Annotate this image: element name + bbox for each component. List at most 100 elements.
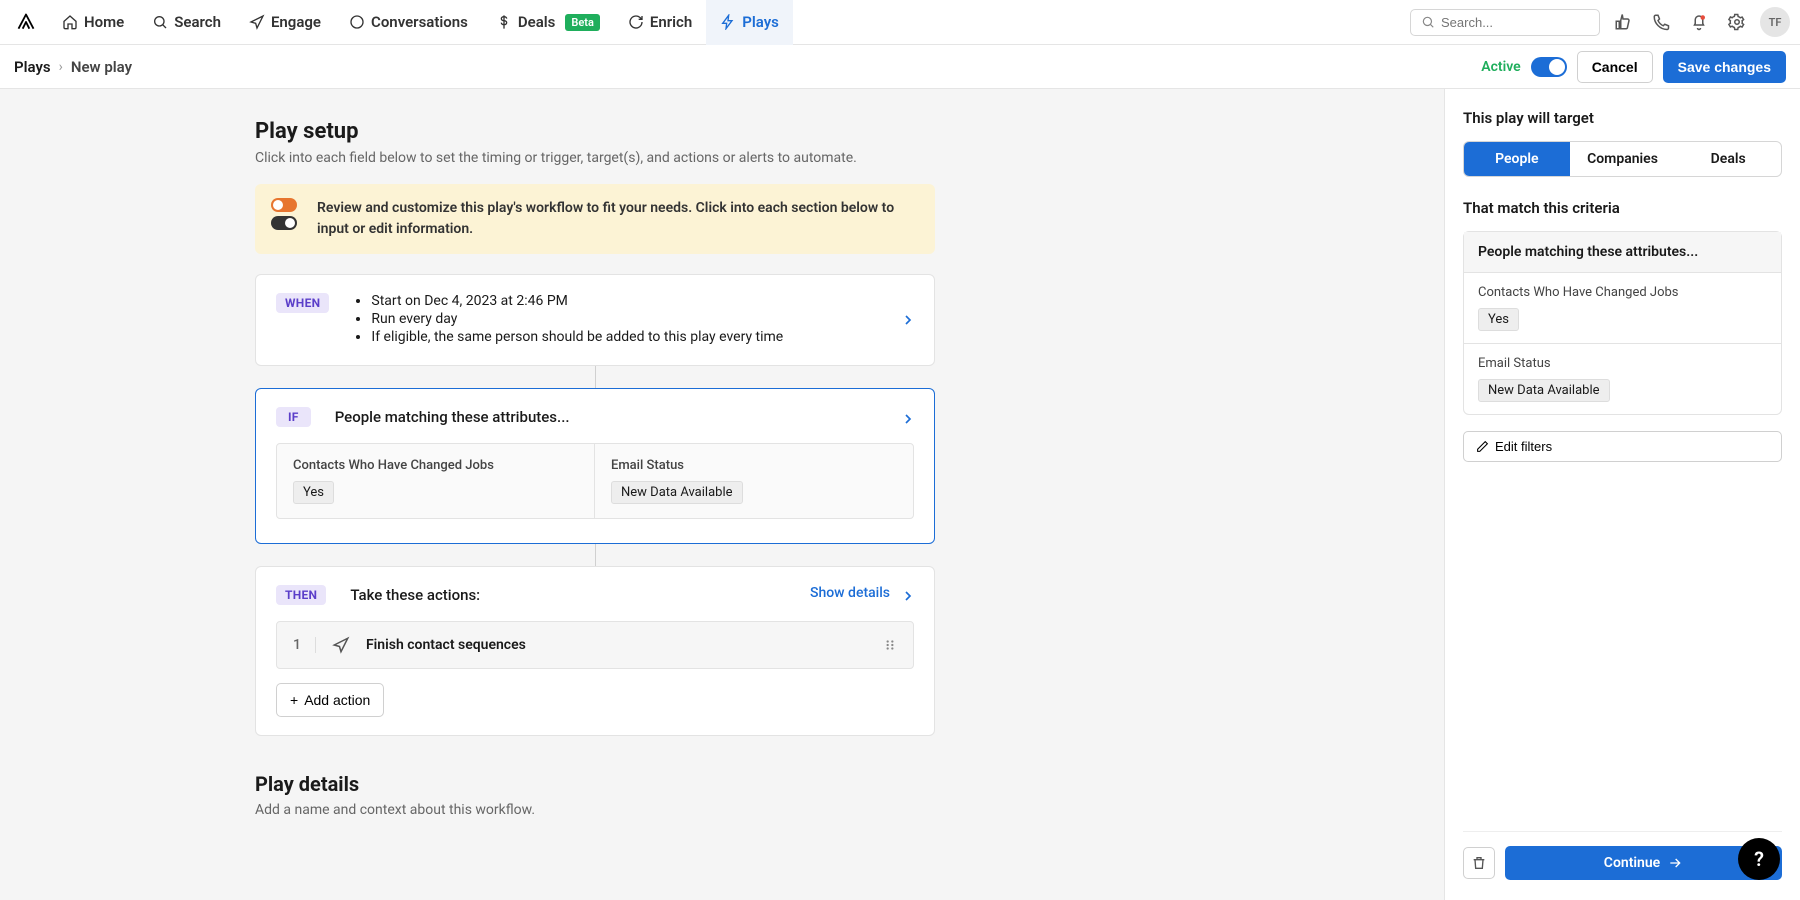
- segment-people[interactable]: People: [1464, 142, 1570, 176]
- thumbs-up-button[interactable]: [1608, 7, 1638, 37]
- segment-companies[interactable]: Companies: [1570, 142, 1676, 176]
- chevron-right-icon[interactable]: [900, 588, 916, 604]
- side-row-chip: New Data Available: [1478, 379, 1610, 402]
- side-card-row: Email Status New Data Available: [1464, 343, 1781, 414]
- pencil-icon: [1476, 440, 1489, 453]
- beta-badge: Beta: [565, 14, 600, 31]
- add-action-button[interactable]: + Add action: [276, 683, 384, 717]
- setup-desc: Click into each field below to set the t…: [255, 150, 935, 166]
- when-body: Start on Dec 4, 2023 at 2:46 PM Run ever…: [353, 293, 914, 347]
- nav-label: Engage: [271, 13, 321, 31]
- side-card-head: People matching these attributes...: [1464, 232, 1781, 273]
- edit-filters-label: Edit filters: [1495, 439, 1552, 454]
- when-card[interactable]: WHEN Start on Dec 4, 2023 at 2:46 PM Run…: [255, 274, 935, 366]
- side-target-heading: This play will target: [1463, 109, 1782, 127]
- nav-item-enrich[interactable]: Enrich: [614, 0, 706, 45]
- nav-label: Conversations: [371, 13, 468, 31]
- nav-item-plays[interactable]: Plays: [706, 0, 793, 45]
- search-icon: [1421, 15, 1435, 29]
- arrow-right-icon: [1667, 855, 1683, 871]
- when-bullet: Run every day: [371, 311, 914, 327]
- action-row[interactable]: 1 Finish contact sequences: [276, 621, 914, 669]
- bolt-icon: [720, 14, 736, 30]
- if-label: People matching these attributes...: [335, 408, 570, 426]
- avatar[interactable]: TF: [1760, 7, 1790, 37]
- when-tag: WHEN: [276, 293, 329, 313]
- save-button[interactable]: Save changes: [1663, 51, 1786, 83]
- details-title: Play details: [255, 772, 935, 796]
- bell-button[interactable]: [1684, 7, 1714, 37]
- active-toggle[interactable]: [1531, 57, 1567, 77]
- nav-label: Home: [84, 13, 124, 31]
- if-card[interactable]: IF People matching these attributes... C…: [255, 388, 935, 544]
- side-criteria-card: People matching these attributes... Cont…: [1463, 231, 1782, 415]
- side-row-label: Email Status: [1478, 356, 1767, 371]
- edit-filters-button[interactable]: Edit filters: [1463, 431, 1782, 462]
- main-inner: Play setup Click into each field below t…: [255, 119, 935, 818]
- info-banner: Review and customize this play's workflo…: [255, 184, 935, 254]
- side-card-row: Contacts Who Have Changed Jobs Yes: [1464, 273, 1781, 343]
- phone-button[interactable]: [1646, 7, 1676, 37]
- details-desc: Add a name and context about this workfl…: [255, 802, 935, 818]
- refresh-icon: [628, 14, 644, 30]
- side-row-chip: Yes: [1478, 308, 1519, 331]
- search-input[interactable]: [1441, 15, 1589, 30]
- nav-items: Home Search Engage Conversations Deals B…: [48, 0, 793, 45]
- nav-label: Deals: [518, 13, 556, 31]
- breadcrumb-root[interactable]: Plays: [14, 58, 51, 76]
- crumb-actions: Active Cancel Save changes: [1481, 51, 1786, 83]
- top-nav: Home Search Engage Conversations Deals B…: [0, 0, 1800, 45]
- body: Play setup Click into each field below t…: [0, 89, 1800, 900]
- when-bullet: Start on Dec 4, 2023 at 2:46 PM: [371, 293, 914, 309]
- criteria-cell: Contacts Who Have Changed Jobs Yes: [277, 444, 595, 518]
- nav-item-engage[interactable]: Engage: [235, 0, 335, 45]
- banner-text: Review and customize this play's workflo…: [317, 198, 919, 240]
- delete-button[interactable]: [1463, 847, 1495, 879]
- criteria-label: Contacts Who Have Changed Jobs: [293, 458, 578, 473]
- side-criteria-heading: That match this criteria: [1463, 199, 1782, 217]
- add-action-label: Add action: [304, 692, 370, 708]
- plus-icon: +: [290, 692, 298, 708]
- continue-label: Continue: [1604, 855, 1660, 871]
- logo: [16, 12, 36, 32]
- breadcrumb-current: New play: [71, 58, 132, 76]
- nav-item-home[interactable]: Home: [48, 0, 138, 45]
- main-column: Play setup Click into each field below t…: [0, 89, 1445, 900]
- cancel-button[interactable]: Cancel: [1577, 51, 1653, 83]
- then-tag: THEN: [276, 585, 326, 605]
- action-number: 1: [293, 637, 316, 653]
- help-fab[interactable]: ?: [1738, 838, 1780, 880]
- when-bullet: If eligible, the same person should be a…: [371, 329, 914, 345]
- settings-button[interactable]: [1722, 7, 1752, 37]
- nav-item-conversations[interactable]: Conversations: [335, 0, 482, 45]
- nav-item-deals[interactable]: Deals Beta: [482, 0, 614, 45]
- send-icon: [249, 14, 265, 30]
- connector-line: [595, 366, 596, 388]
- chevron-right-icon: ›: [59, 59, 63, 75]
- criteria-chip: Yes: [293, 481, 334, 504]
- setup-title: Play setup: [255, 119, 935, 144]
- target-segments: People Companies Deals: [1463, 141, 1782, 177]
- banner-toggles-icon: [271, 198, 303, 240]
- segment-deals[interactable]: Deals: [1675, 142, 1781, 176]
- chat-icon: [349, 14, 365, 30]
- side-panel: This play will target People Companies D…: [1445, 89, 1800, 900]
- chevron-right-icon[interactable]: [900, 411, 916, 427]
- send-icon: [332, 636, 350, 654]
- side-row-label: Contacts Who Have Changed Jobs: [1478, 285, 1767, 300]
- nav-right: TF: [1410, 7, 1790, 37]
- if-criteria-grid: Contacts Who Have Changed Jobs Yes Email…: [276, 443, 914, 519]
- active-label: Active: [1481, 59, 1520, 75]
- side-footer: Continue: [1463, 831, 1782, 880]
- then-card[interactable]: THEN Take these actions: Show details 1 …: [255, 566, 935, 736]
- search-icon: [152, 14, 168, 30]
- chevron-right-icon[interactable]: [900, 312, 916, 328]
- nav-item-search[interactable]: Search: [138, 0, 235, 45]
- drag-handle-icon[interactable]: [883, 638, 897, 652]
- breadcrumb-bar: Plays › New play Active Cancel Save chan…: [0, 45, 1800, 89]
- then-label: Take these actions:: [350, 586, 480, 604]
- global-search[interactable]: [1410, 9, 1600, 36]
- show-details-link[interactable]: Show details: [810, 585, 890, 601]
- if-tag: IF: [276, 407, 311, 427]
- action-label: Finish contact sequences: [366, 637, 526, 653]
